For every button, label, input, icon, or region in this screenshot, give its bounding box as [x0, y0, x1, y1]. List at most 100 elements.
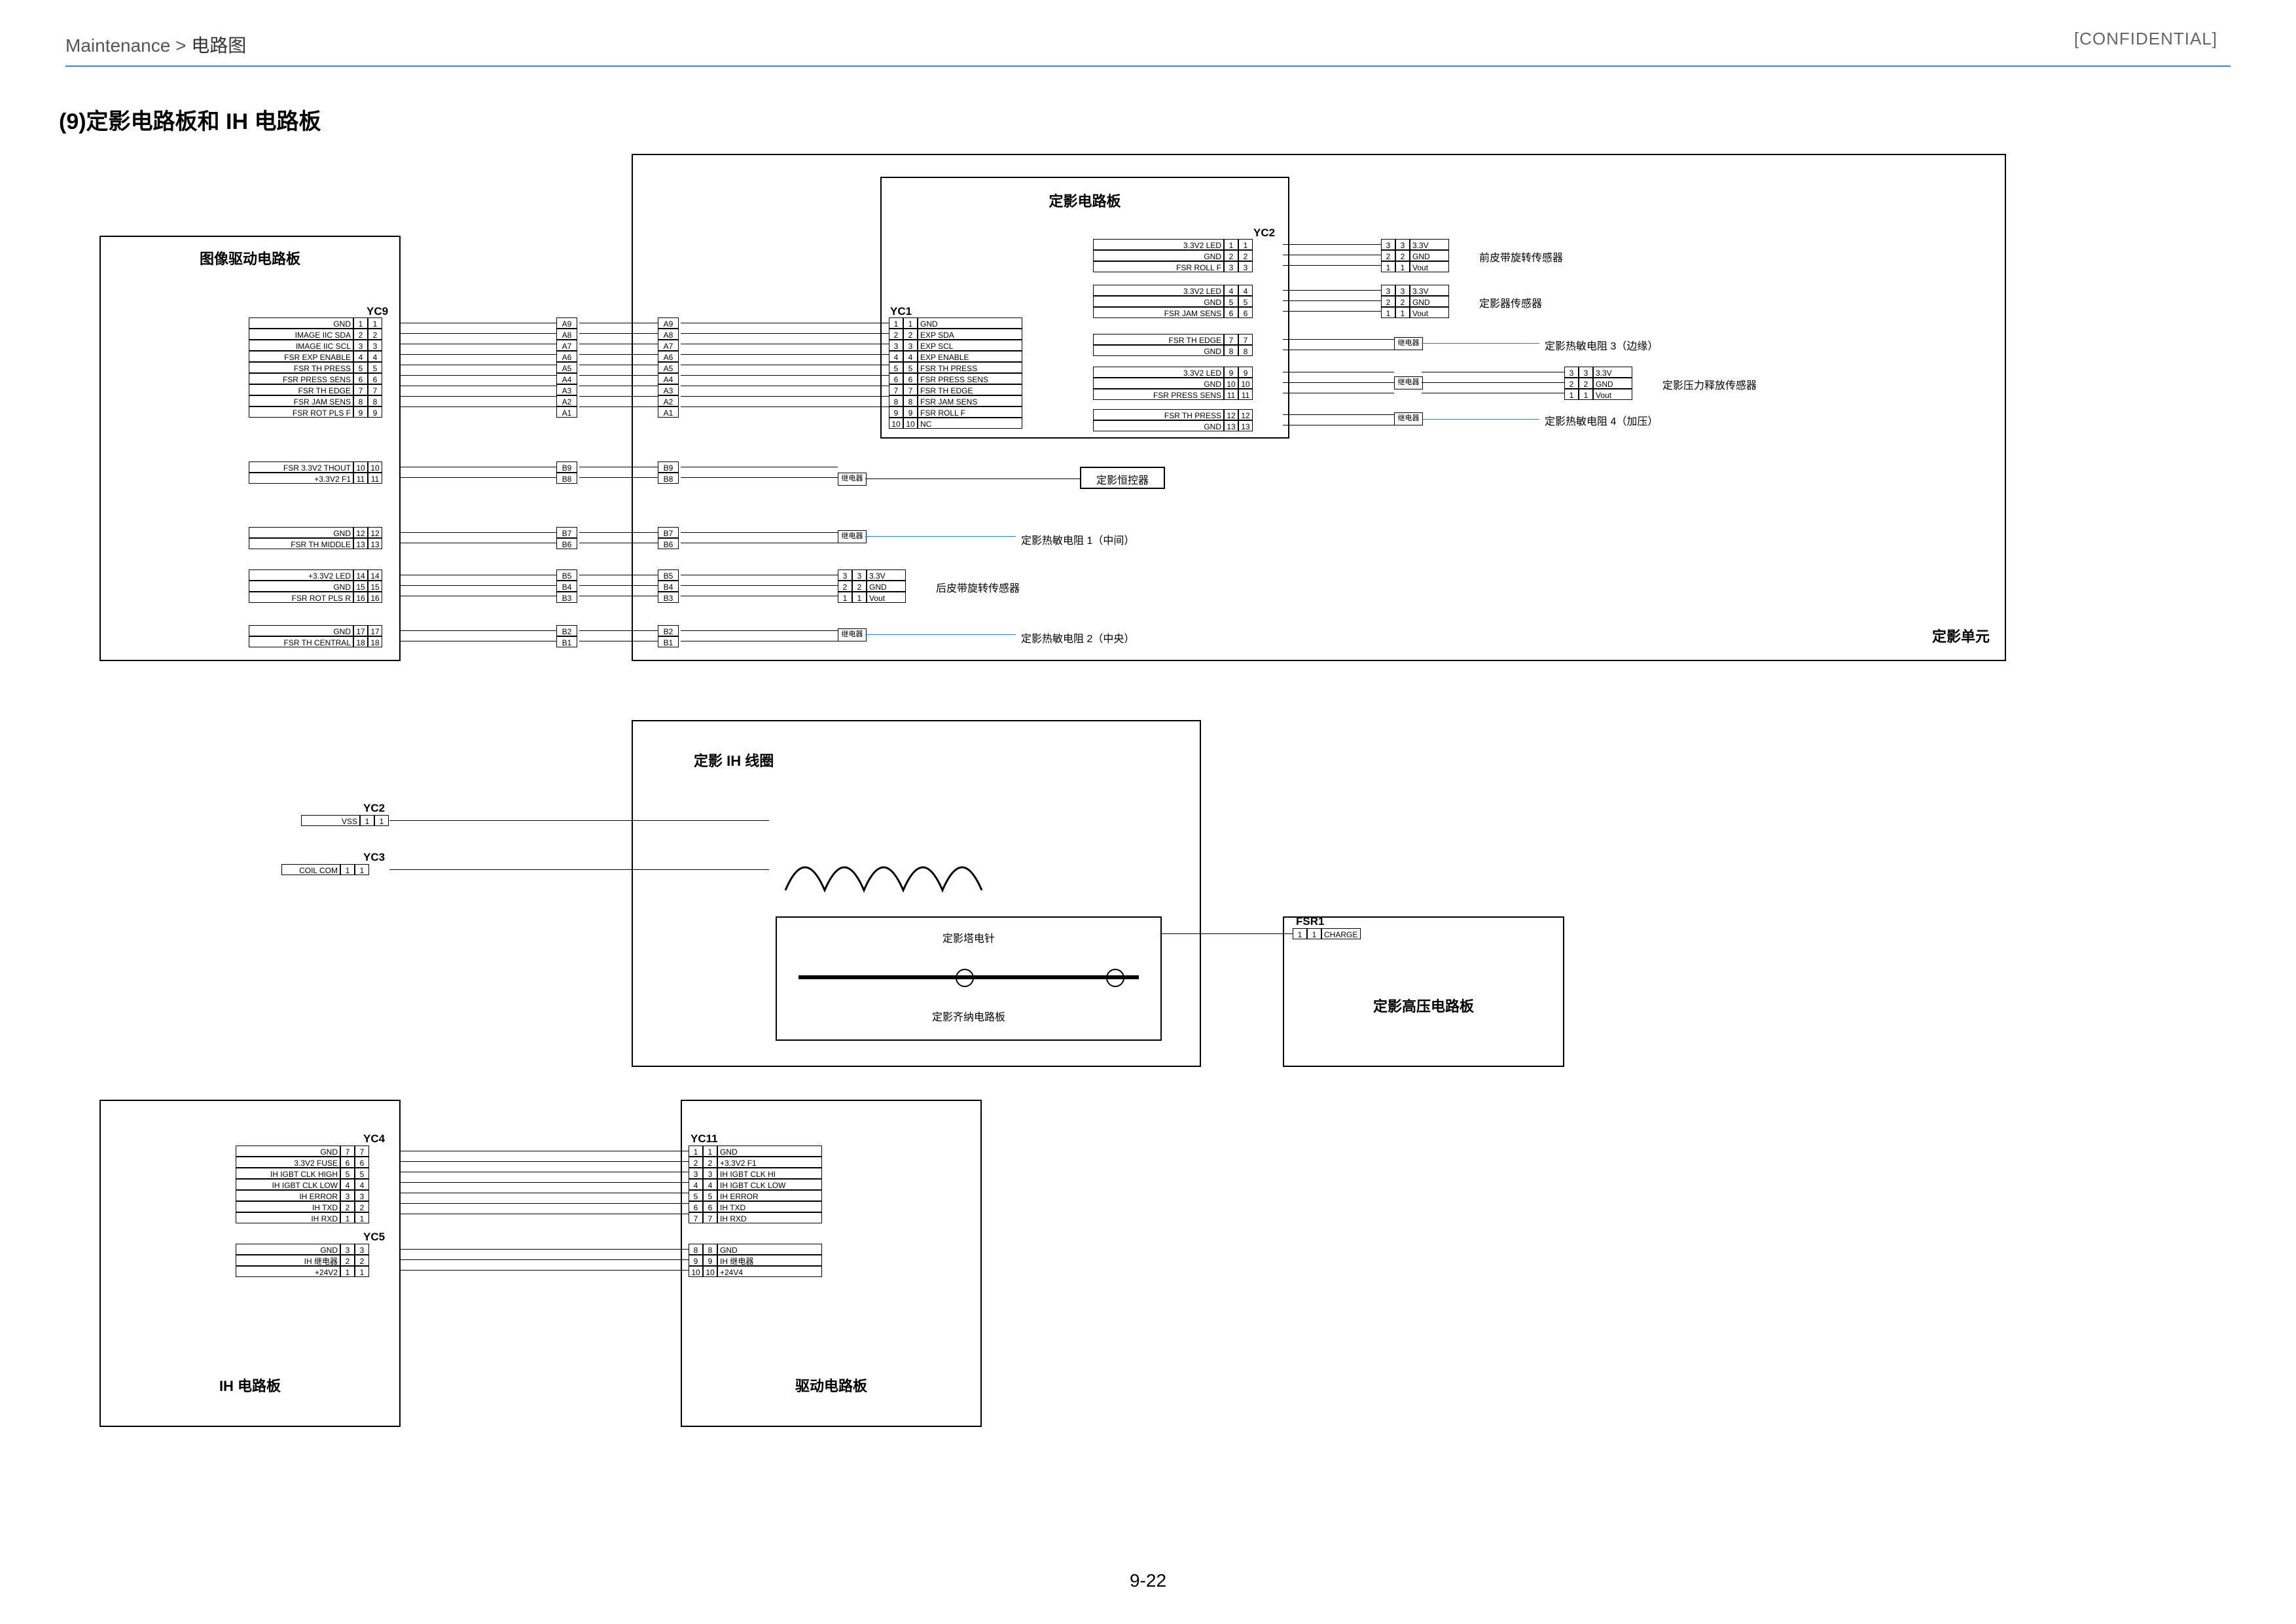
pin-row: FSR 3.3V2 THOUT1010: [249, 461, 382, 473]
pin-row: B5: [556, 569, 577, 581]
pin-row: A6: [658, 351, 679, 363]
yc11b-stack: 88GND99IH 继电器1010+24V4: [689, 1244, 822, 1277]
midpins-b-right: B9B8: [658, 461, 679, 484]
midpins-d-left: B5B4B3: [556, 569, 577, 603]
pin-row: FSR JAM SENS88: [249, 395, 382, 407]
pin-row: B1: [556, 636, 577, 648]
wire-therm2: [865, 634, 1016, 635]
fsr1-pins: 11CHARGE: [1293, 928, 1361, 939]
pin-row: A5: [556, 362, 577, 374]
pin-row: B7: [658, 527, 679, 539]
pin-row: 88GND: [689, 1244, 822, 1255]
midpins-a-right: A9A8A7A6A5A4A3A2A1: [658, 317, 679, 418]
midpins-c-left: B7B6: [556, 527, 577, 549]
pin-row: A1: [556, 406, 577, 418]
pin-row: A4: [556, 373, 577, 385]
pin-row: B3: [556, 592, 577, 604]
pin-row: IH ERROR33: [236, 1190, 369, 1202]
pin-row: 11GND: [889, 317, 1022, 329]
pin-row: B7: [556, 527, 577, 539]
therm1-label: 定影热敏电阻 1（中间）: [1021, 532, 1134, 547]
yc9-block-a: GND11IMAGE IIC SDA22IMAGE IIC SCL33FSR E…: [249, 317, 382, 418]
pin-row: 44EXP ENABLE: [889, 351, 1022, 363]
pin-row: FSR TH CENTRAL1818: [249, 636, 382, 648]
pin-row: 11CHARGE: [1293, 928, 1361, 940]
yc4-stack: GND773.3V2 FUSE66IH IGBT CLK HIGH55IH IG…: [236, 1146, 369, 1223]
pin-row: A9: [658, 317, 679, 329]
pin-row: FSR PRESS SENS1111: [1093, 389, 1253, 401]
pin-row: +24V211: [236, 1266, 369, 1278]
pin-row: 66IH TXD: [689, 1201, 822, 1213]
pin-row: 333.3V: [1381, 285, 1449, 297]
image-drive-board-label: 图像驱动电路板: [99, 247, 401, 268]
ih-board-label: IH 电路板: [99, 1375, 401, 1396]
pin-row: 22GND: [1381, 296, 1449, 308]
front-belt-label: 前皮带旋转传感器: [1479, 249, 1563, 264]
yc2-e: FSR TH PRESS1212GND1313: [1093, 409, 1253, 431]
conn-yc2-label: YC2: [1253, 226, 1275, 240]
sensor-front-pins: 333.3V22GND11Vout: [1381, 239, 1449, 272]
pin-row: GND33: [236, 1244, 369, 1255]
yc2-a: 3.3V2 LED11GND22FSR ROLL F33: [1093, 239, 1253, 272]
pin-row: 22GND: [838, 581, 906, 592]
page-number: 9-22: [1130, 1570, 1166, 1591]
yc9-block-c: GND1212FSR TH MIDDLE1313: [249, 527, 382, 549]
wire-therm1: [865, 536, 1016, 537]
yc3-pins: COIL COM11: [281, 864, 369, 875]
pin-row: 3.3V2 FUSE66: [236, 1157, 369, 1168]
conn-yc5-label: YC5: [363, 1231, 385, 1244]
conn-yc1-label: YC1: [890, 305, 912, 318]
ih-pad-2: [1106, 969, 1124, 987]
pin-row: 22GND: [1564, 378, 1632, 389]
pin-row: GND1515: [249, 581, 382, 592]
ih-electrode-label: 定影塔电针: [776, 929, 1162, 945]
pin-row: IH RXD11: [236, 1212, 369, 1224]
pin-row: A8: [658, 329, 679, 340]
relay-therm2: 继电器: [838, 628, 867, 641]
pin-row: 11Vout: [1381, 261, 1449, 273]
conn-yc9-label: YC9: [367, 305, 388, 318]
thermostat-label: 定影恒控器: [1080, 471, 1165, 487]
pin-row: GND11: [249, 317, 382, 329]
figure-title: (9)定影电路板和 IH 电路板: [59, 103, 321, 135]
pin-row: B5: [658, 569, 679, 581]
wire-coilcom: [389, 869, 769, 870]
pin-row: A2: [556, 395, 577, 407]
pin-row: FSR ROT PLS F99: [249, 406, 382, 418]
sensor-fsr-pins: 333.3V22GND11Vout: [1381, 285, 1449, 318]
pin-row: B9: [658, 461, 679, 473]
pin-row: 3.3V2 LED11: [1093, 239, 1253, 251]
therm2-label: 定影热敏电阻 2（中央）: [1021, 630, 1134, 645]
pin-row: 77IH RXD: [689, 1212, 822, 1224]
pin-row: B2: [556, 625, 577, 637]
conn-yc3-label: YC3: [363, 851, 385, 864]
pin-row: FSR TH PRESS55: [249, 362, 382, 374]
pin-row: B8: [556, 473, 577, 484]
pin-row: 99FSR ROLL F: [889, 406, 1022, 418]
pin-row: GND22: [1093, 250, 1253, 262]
midpins-c-right: B7B6: [658, 527, 679, 549]
pin-row: FSR TH PRESS1212: [1093, 409, 1253, 421]
relay-th3: 继电器: [1394, 337, 1423, 350]
pin-row: FSR TH MIDDLE1313: [249, 538, 382, 550]
pin-row: 66FSR PRESS SENS: [889, 373, 1022, 385]
fsr-sensor-label: 定影器传感器: [1479, 295, 1542, 310]
confidential-mark: [CONFIDENTIAL]: [2074, 29, 2217, 49]
relay-press: 继电器: [1394, 376, 1423, 389]
ih-pad-1: [956, 969, 974, 987]
pin-row: A2: [658, 395, 679, 407]
pin-row: B1: [658, 636, 679, 648]
pin-row: 33IH IGBT CLK HI: [689, 1168, 822, 1180]
yc11-stack: 11GND22+3.3V2 F133IH IGBT CLK HI44IH IGB…: [689, 1146, 822, 1223]
therm4-label: 定影热敏电阻 4（加压）: [1545, 412, 1658, 428]
pin-row: GND1212: [249, 527, 382, 539]
relay-therm1: 继电器: [838, 530, 867, 543]
yc9-block-b: FSR 3.3V2 THOUT1010+3.3V2 F11111: [249, 461, 382, 484]
pin-row: A3: [658, 384, 679, 396]
yc9-block-e: GND1717FSR TH CENTRAL1818: [249, 625, 382, 647]
pin-row: 22+3.3V2 F1: [689, 1157, 822, 1168]
pin-row: 55IH ERROR: [689, 1190, 822, 1202]
press-release-pins: 333.3V22GND11Vout: [1564, 367, 1632, 400]
pin-row: 22GND: [1381, 250, 1449, 262]
pin-row: VSS11: [301, 815, 389, 827]
